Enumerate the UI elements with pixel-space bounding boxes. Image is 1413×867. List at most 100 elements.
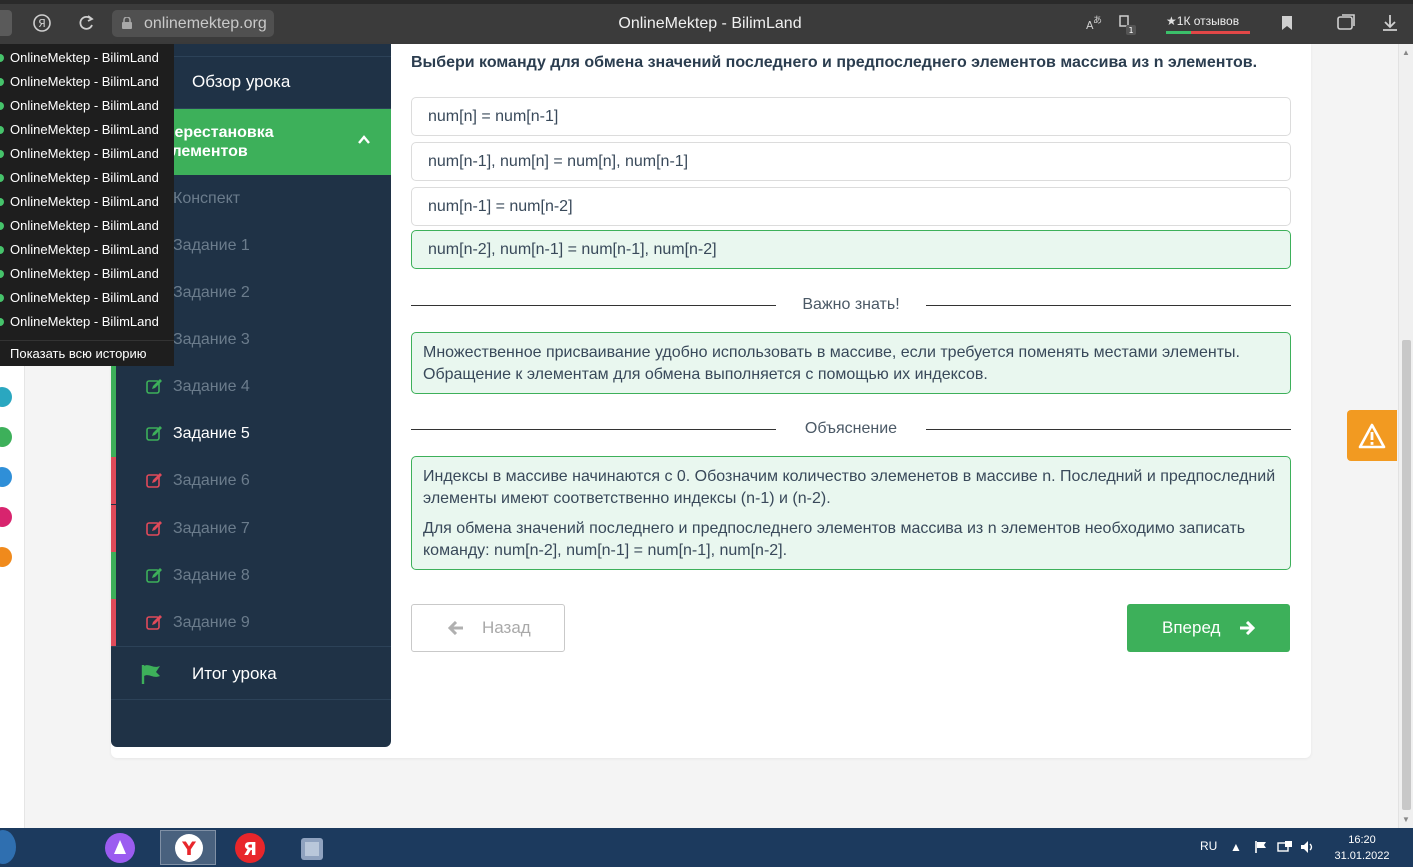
collections-icon[interactable]: [1335, 12, 1357, 34]
explanation-title: Объяснение: [804, 420, 898, 437]
status-bar-correct: [111, 410, 116, 457]
history-item[interactable]: OnlineMektep - BilimLand: [0, 214, 174, 238]
sidebar-item-label: Задание 9: [173, 614, 250, 631]
show-all-history[interactable]: Показать всю историю: [0, 340, 174, 366]
next-label: Вперед: [1162, 618, 1221, 637]
history-item[interactable]: OnlineMektep - BilimLand: [0, 166, 174, 190]
next-nav-button[interactable]: Вперед: [1127, 604, 1290, 652]
sidebar-item-label: Конспект: [173, 190, 241, 207]
app-icon[interactable]: [0, 547, 12, 567]
site-icon: [0, 126, 4, 134]
bookmark-icon[interactable]: [1276, 12, 1298, 34]
important-title: Важно знать!: [802, 296, 900, 313]
history-item[interactable]: OnlineMektep - BilimLand: [0, 142, 174, 166]
taskbar-app-yandex[interactable]: Я: [222, 830, 278, 865]
sidebar-item-task-5[interactable]: Задание 5: [111, 410, 391, 457]
important-box: Множественное присваивание удобно исполь…: [411, 332, 1291, 394]
sidebar-item-task-9[interactable]: Задание 9: [111, 599, 391, 646]
volume-icon[interactable]: [1300, 840, 1316, 857]
system-clock[interactable]: 16:20 31.01.2022: [1330, 832, 1394, 864]
edit-icon: [146, 379, 162, 394]
history-item[interactable]: OnlineMektep - BilimLand: [0, 310, 174, 334]
answer-option-1[interactable]: num[n] = num[n-1]: [411, 97, 1291, 136]
translate-icon[interactable]: Aあ: [1082, 12, 1104, 34]
app-icon[interactable]: [0, 387, 12, 407]
protect-badge: 1: [1128, 26, 1133, 35]
app-icon[interactable]: [0, 427, 12, 447]
explanation-divider: Объяснение: [411, 418, 1291, 440]
scroll-down-icon[interactable]: ▼: [1402, 815, 1410, 824]
answer-option-4-correct[interactable]: num[n-2], num[n-1] = num[n-1], num[n-2]: [411, 230, 1291, 269]
sidebar-item-label: Задание 5: [173, 425, 250, 442]
taskbar-app-yandex-browser[interactable]: Y: [160, 830, 216, 865]
sidebar-item-label: Задание 3: [173, 331, 250, 348]
svg-text:Y: Y: [181, 838, 196, 860]
explanation-paragraph-2: Для обмена значений последнего и предпос…: [423, 520, 1246, 559]
reviews-text: 1К отзывов: [1176, 14, 1240, 28]
url-text: onlinemektep.org: [144, 15, 267, 32]
history-item[interactable]: OnlineMektep - BilimLand: [0, 262, 174, 286]
action-center-flag-icon[interactable]: [1254, 840, 1268, 857]
status-bar-wrong: [111, 599, 116, 646]
sidebar-item-final[interactable]: Итог урока: [111, 646, 391, 700]
history-item[interactable]: OnlineMektep - BilimLand: [0, 94, 174, 118]
warning-icon: [1358, 423, 1386, 449]
start-button[interactable]: [0, 830, 16, 864]
answer-option-3[interactable]: num[n-1] = num[n-2]: [411, 187, 1291, 226]
box-icon: [301, 838, 323, 860]
answer-option-2[interactable]: num[n-1], num[n] = num[n], num[n-1]: [411, 142, 1291, 181]
sidebar-item-label: Задание 8: [173, 567, 250, 584]
language-indicator[interactable]: RU: [1200, 839, 1217, 853]
site-icon: [0, 294, 4, 302]
history-item[interactable]: OnlineMektep - BilimLand: [0, 190, 174, 214]
sidebar-item-label: Задание 7: [173, 520, 250, 537]
alice-icon: [105, 833, 135, 863]
star-icon: ★: [1166, 14, 1177, 28]
address-bar[interactable]: onlinemektep.org: [112, 10, 274, 37]
site-icon: [0, 54, 4, 62]
history-item[interactable]: OnlineMektep - BilimLand: [0, 238, 174, 262]
history-item[interactable]: OnlineMektep - BilimLand: [0, 46, 174, 70]
site-icon: [0, 270, 4, 278]
reviews-badge[interactable]: ★1К отзывов: [1166, 10, 1254, 34]
download-icon[interactable]: [1379, 12, 1401, 34]
sidebar-item-task-8[interactable]: Задание 8: [111, 552, 391, 599]
lock-icon: [122, 17, 132, 29]
arrow-left-icon: [448, 621, 463, 635]
tray-expand-icon[interactable]: ▲: [1230, 840, 1242, 854]
taskbar-app-box[interactable]: [284, 830, 340, 865]
scrollbar-thumb[interactable]: [1402, 340, 1411, 810]
chevron-up-icon: [358, 135, 370, 144]
taskbar-app-alice[interactable]: [92, 830, 148, 865]
network-icon[interactable]: [1277, 840, 1293, 857]
back-nav-button[interactable]: Назад: [411, 604, 565, 652]
sidebar-item-task-6[interactable]: Задание 6: [111, 457, 391, 504]
scroll-up-icon[interactable]: ▲: [1402, 48, 1410, 57]
site-icon: [0, 150, 4, 158]
back-button[interactable]: [0, 10, 12, 36]
site-icon: [0, 318, 4, 326]
status-bar-wrong: [111, 505, 116, 552]
site-icon: [0, 246, 4, 254]
status-bar-correct: [111, 363, 116, 410]
edit-icon: [146, 615, 162, 630]
sidebar-item-task-4[interactable]: Задание 4: [111, 363, 391, 410]
history-item[interactable]: OnlineMektep - BilimLand: [0, 286, 174, 310]
reload-icon[interactable]: [75, 12, 97, 34]
sidebar-item-task-7[interactable]: Задание 7: [111, 505, 391, 552]
page-title: OnlineMektep - BilimLand: [618, 15, 802, 32]
status-bar-wrong: [111, 457, 116, 504]
page-scrollbar[interactable]: ▲ ▼: [1398, 44, 1413, 828]
arrow-right-icon: [1240, 621, 1255, 635]
yandex-browser-icon: Y: [175, 834, 203, 862]
report-error-button[interactable]: [1347, 410, 1397, 461]
flag-icon: [141, 665, 160, 684]
app-icon[interactable]: [0, 467, 12, 487]
sidebar-item-label: Обзор урока: [192, 72, 291, 91]
history-item[interactable]: OnlineMektep - BilimLand: [0, 118, 174, 142]
protect-icon[interactable]: 1: [1114, 12, 1136, 35]
status-bar-correct: [111, 552, 116, 599]
history-item[interactable]: OnlineMektep - BilimLand: [0, 70, 174, 94]
app-icon[interactable]: [0, 507, 12, 527]
yandex-icon[interactable]: Я: [31, 12, 53, 34]
